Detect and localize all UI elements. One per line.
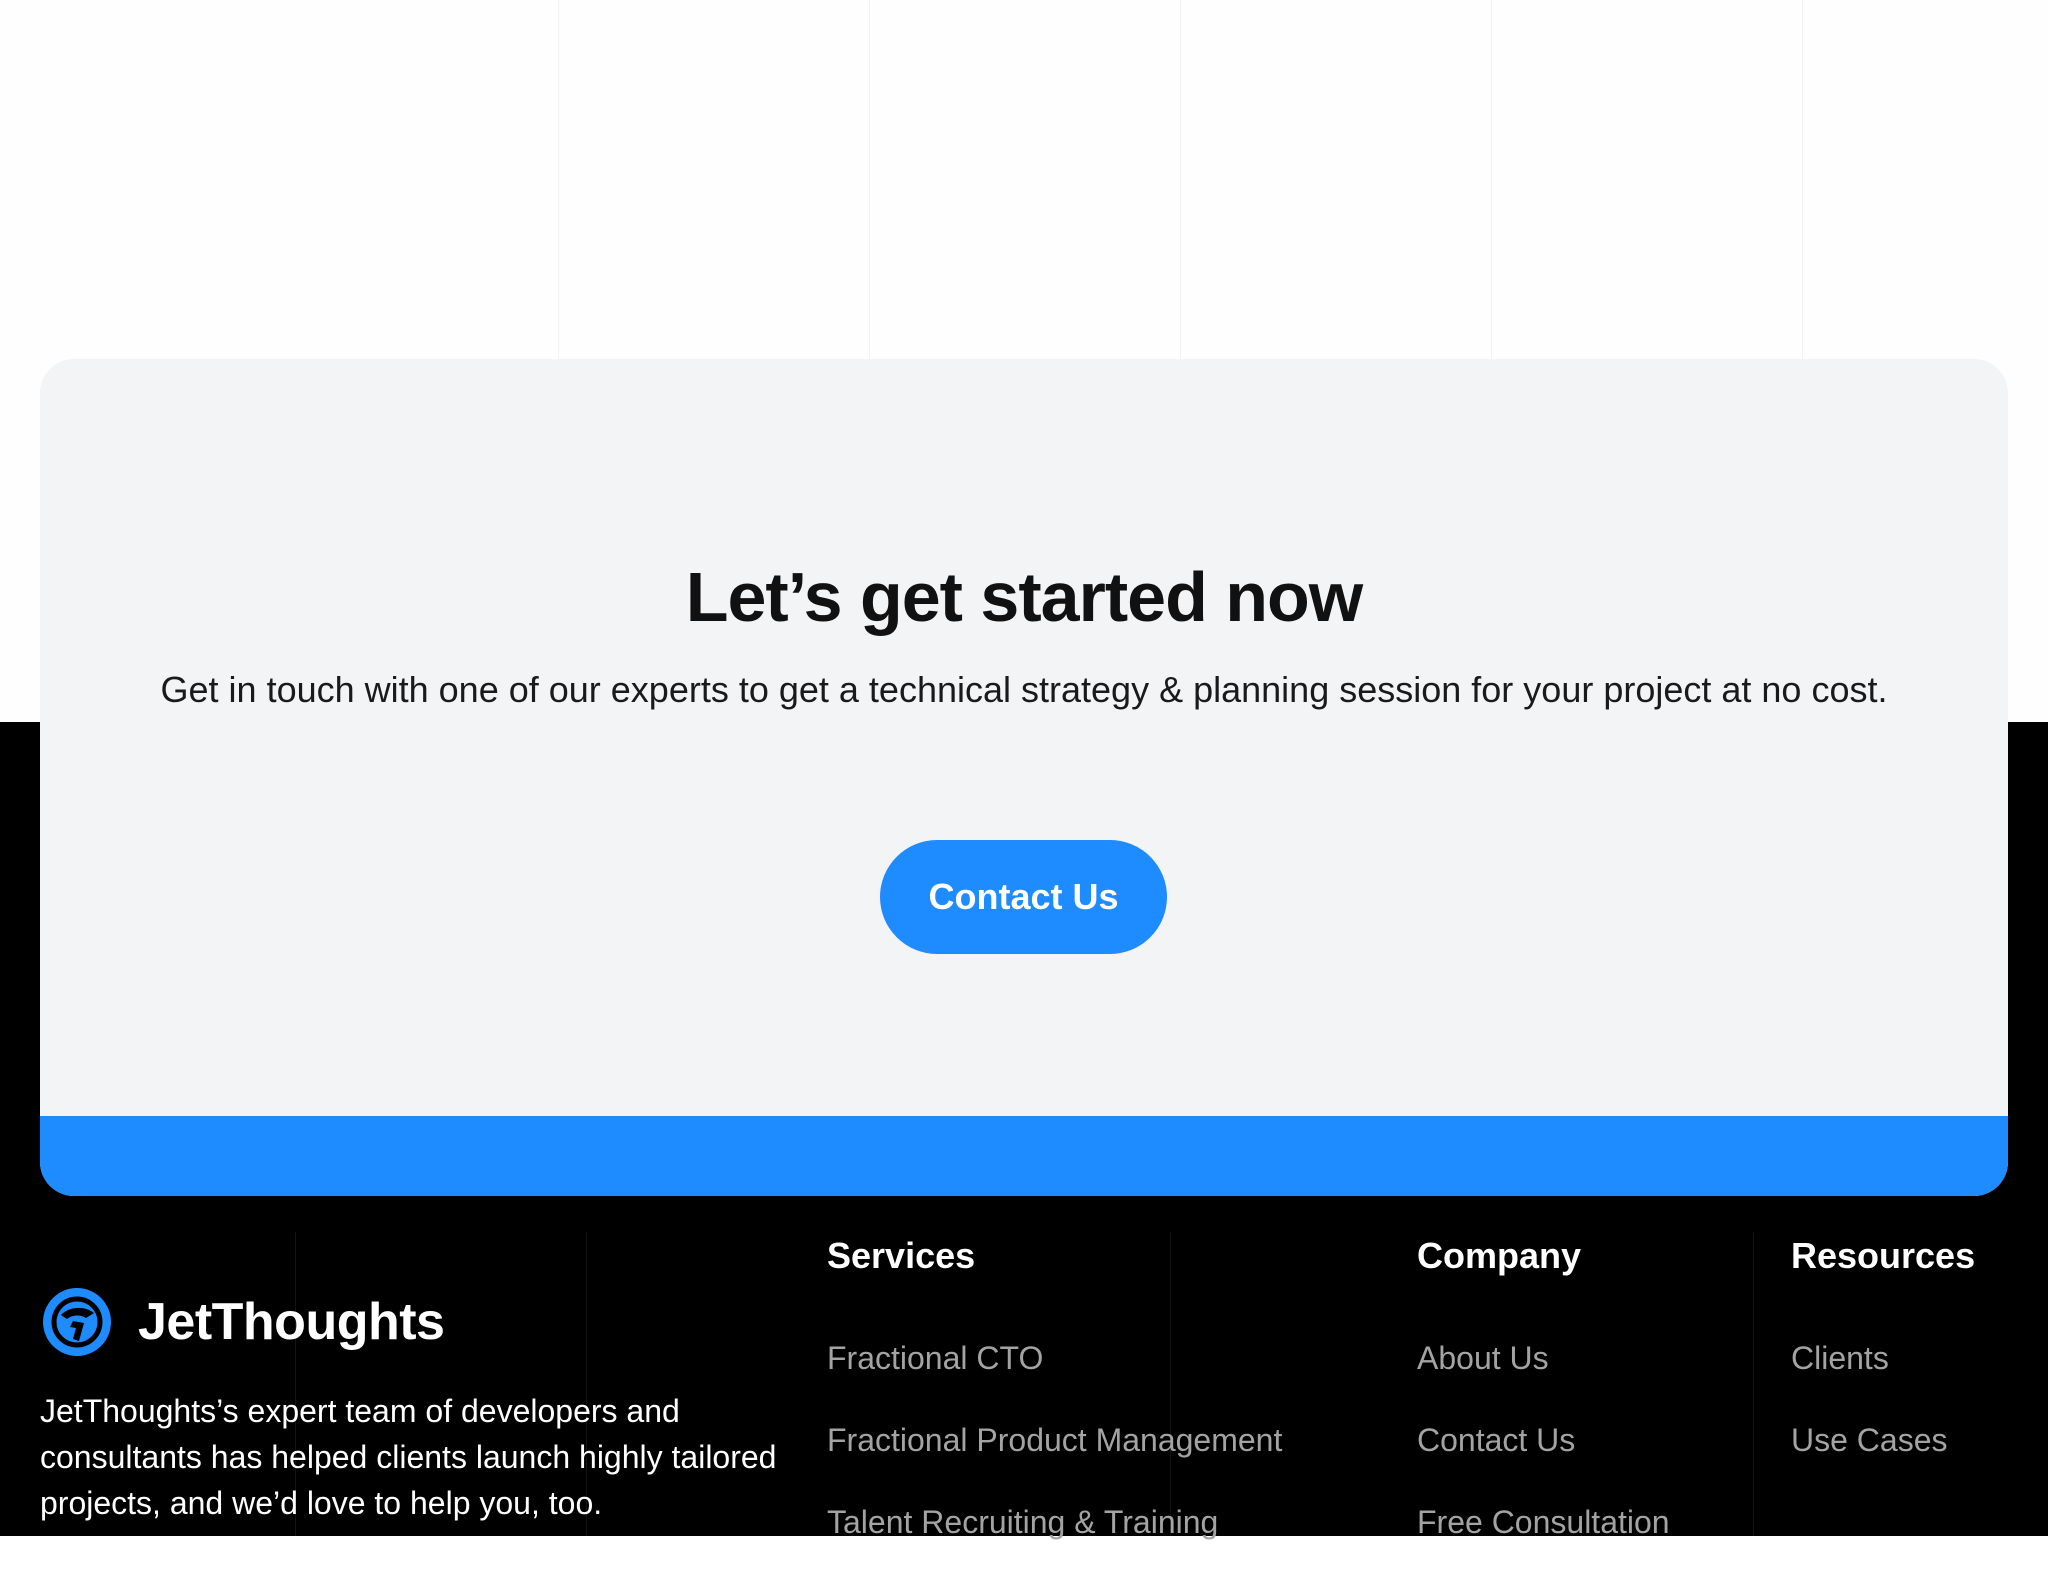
link-about-us[interactable]: About Us (1417, 1340, 1549, 1376)
jetthoughts-logo-icon (43, 1288, 111, 1356)
footer-grid-line (1753, 1232, 1754, 1536)
list-item: Talent Recruiting & Training (827, 1502, 1282, 1584)
link-fractional-product-management[interactable]: Fractional Product Management (827, 1422, 1282, 1458)
link-contact-us[interactable]: Contact Us (1417, 1422, 1575, 1458)
cta-accent-bar (40, 1116, 2008, 1196)
brand-name: JetThoughts (138, 1293, 445, 1351)
list-item: Contact Us (1417, 1420, 1670, 1502)
cta-card: Let’s get started now Get in touch with … (40, 359, 2008, 1196)
list-item: Use Cases (1791, 1420, 1948, 1502)
list-item: Fractional Product Management (827, 1420, 1282, 1502)
link-clients[interactable]: Clients (1791, 1340, 1889, 1376)
contact-us-button[interactable]: Contact Us (880, 840, 1167, 954)
footer-resources-column: Resources Clients Use Cases (1791, 1234, 1976, 1458)
company-links: About Us Contact Us Free Consultation (1417, 1338, 1670, 1584)
footer-services-column: Services Fractional CTO Fractional Produ… (827, 1234, 1282, 1540)
list-item: Fractional CTO (827, 1338, 1282, 1420)
footer-company-column: Company About Us Contact Us Free Consult… (1417, 1234, 1670, 1540)
cta-subtitle: Get in touch with one of our experts to … (160, 669, 1888, 710)
company-heading: Company (1417, 1235, 1582, 1276)
resources-heading: Resources (1791, 1235, 1976, 1276)
cta-title: Let’s get started now (685, 558, 1364, 636)
list-item: Clients (1791, 1338, 1948, 1420)
resources-links: Clients Use Cases (1791, 1338, 1948, 1502)
link-free-consultation[interactable]: Free Consultation (1417, 1504, 1670, 1540)
list-item: Free Consultation (1417, 1502, 1670, 1584)
link-talent-recruiting[interactable]: Talent Recruiting & Training (827, 1504, 1218, 1540)
link-fractional-cto[interactable]: Fractional CTO (827, 1340, 1043, 1376)
link-use-cases[interactable]: Use Cases (1791, 1422, 1948, 1458)
footer-brand[interactable]: JetThoughts (40, 1285, 445, 1359)
services-heading: Services (827, 1235, 976, 1276)
services-links: Fractional CTO Fractional Product Manage… (827, 1338, 1282, 1584)
list-item: About Us (1417, 1338, 1670, 1420)
brand-description: JetThoughts’s expert team of developers … (40, 1393, 777, 1521)
